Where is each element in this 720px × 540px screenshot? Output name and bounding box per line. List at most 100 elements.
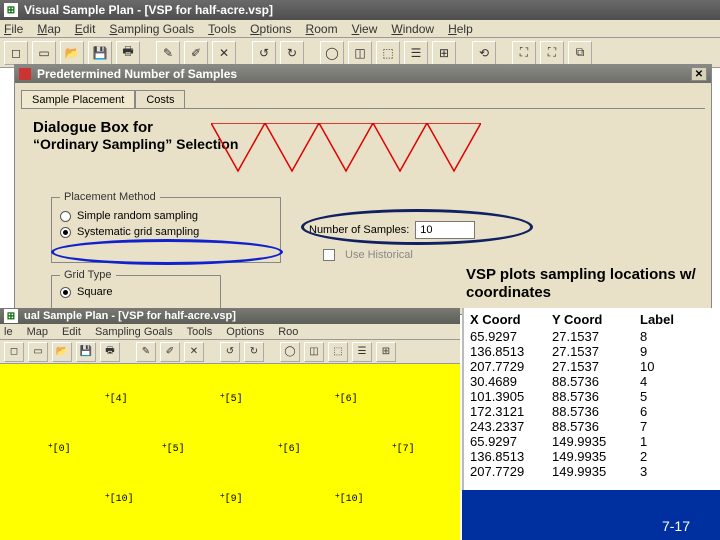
menu-tools[interactable]: Tools xyxy=(208,22,236,36)
slide-footer: 7-17 xyxy=(462,490,720,540)
sample-point: +[7] xyxy=(392,444,415,455)
table-header: X Coord Y Coord Label xyxy=(470,312,714,329)
menu-item[interactable]: le xyxy=(4,326,13,338)
radio-square[interactable]: Square xyxy=(60,286,212,298)
table-row: 136.8513149.99352 xyxy=(470,449,714,464)
coordinates-table: X Coord Y Coord Label 65.929727.15378136… xyxy=(462,308,720,490)
toolbar-button[interactable]: ◫ xyxy=(304,342,324,362)
mini-window: ⊞ ual Sample Plan - [VSP for half-acre.v… xyxy=(0,308,460,364)
toolbar-button[interactable]: ☰ xyxy=(404,41,428,65)
toolbar-button[interactable]: ⊞ xyxy=(432,41,456,65)
col-xcoord: X Coord xyxy=(470,312,552,327)
table-row: 65.929727.15378 xyxy=(470,329,714,344)
sample-point: +[0] xyxy=(48,444,71,455)
toolbar-button[interactable]: 🖶 xyxy=(100,342,120,362)
menu-view[interactable]: View xyxy=(352,22,378,36)
table-row: 207.7729149.99353 xyxy=(470,464,714,479)
annotation-ring-numsamples xyxy=(301,209,533,245)
toolbar-button[interactable]: ✕ xyxy=(212,41,236,65)
menu-options[interactable]: Options xyxy=(250,22,291,36)
menu-item[interactable]: Map xyxy=(27,326,48,338)
table-row: 65.9297149.99351 xyxy=(470,434,714,449)
app-titlebar: ⊞ Visual Sample Plan - [VSP for half-acr… xyxy=(0,0,720,20)
toolbar-button[interactable]: ◻ xyxy=(4,342,24,362)
toolbar-button[interactable]: ⟲ xyxy=(472,41,496,65)
menu-item[interactable]: Sampling Goals xyxy=(95,326,173,338)
toolbar-button[interactable]: 📂 xyxy=(52,342,72,362)
menu-map[interactable]: Map xyxy=(37,22,60,36)
table-row: 207.772927.153710 xyxy=(470,359,714,374)
toolbar-button[interactable]: 💾 xyxy=(88,41,112,65)
toolbar-button[interactable]: ▭ xyxy=(28,342,48,362)
menu-item[interactable]: Edit xyxy=(62,326,81,338)
menu-sampling-goals[interactable]: Sampling Goals xyxy=(109,22,194,36)
dialog-icon xyxy=(19,68,31,80)
toolbar-button[interactable]: 💾 xyxy=(76,342,96,362)
checkbox-label: Use Historical xyxy=(345,249,413,261)
app-icon: ⊞ xyxy=(4,3,18,17)
dialog-title: Predetermined Number of Samples xyxy=(37,67,237,81)
lower-panel: VSP plots sampling locations w/ coordina… xyxy=(0,308,720,540)
menu-file[interactable]: File xyxy=(4,22,23,36)
toolbar-button[interactable]: ◯ xyxy=(320,41,344,65)
toolbar-button[interactable]: ⬚ xyxy=(376,41,400,65)
sampling-map: +[4]+[5]+[6]+[0]+[5]+[6]+[7]+[10]+[9]+[1… xyxy=(0,364,460,540)
toolbar-button[interactable]: ↻ xyxy=(280,41,304,65)
toolbar-button[interactable]: 🖶 xyxy=(116,41,140,65)
radio-label: Square xyxy=(77,286,112,298)
toolbar-button[interactable]: ✕ xyxy=(184,342,204,362)
menu-help[interactable]: Help xyxy=(448,22,473,36)
table-row: 101.390588.57365 xyxy=(470,389,714,404)
col-label: Label xyxy=(640,312,680,327)
toolbar-button[interactable]: ⛶ xyxy=(512,41,536,65)
radio-icon xyxy=(60,287,71,298)
tab-costs[interactable]: Costs xyxy=(135,90,185,109)
dialog-titlebar: Predetermined Number of Samples ✕ xyxy=(15,65,711,83)
dialog-tabs: Sample PlacementCosts xyxy=(21,89,705,108)
table-row: 136.851327.15379 xyxy=(470,344,714,359)
page-number: 7-17 xyxy=(662,518,690,534)
annotation-coords: VSP plots sampling locations w/ coordina… xyxy=(466,266,720,302)
tab-sample-placement[interactable]: Sample Placement xyxy=(21,90,135,109)
radio-label: Systematic grid sampling xyxy=(77,226,199,238)
table-row: 243.233788.57367 xyxy=(470,419,714,434)
sample-point: +[6] xyxy=(335,394,358,405)
menubar: File Map Edit Sampling Goals Tools Options Roo… xyxy=(0,20,720,38)
table-row: 172.312188.57366 xyxy=(470,404,714,419)
triangle-grid-schematic xyxy=(211,123,481,173)
toolbar-button[interactable]: ☰ xyxy=(352,342,372,362)
menu-room[interactable]: Room xyxy=(306,22,338,36)
mini-titlebar: ⊞ ual Sample Plan - [VSP for half-acre.v… xyxy=(0,308,460,324)
toolbar-button[interactable]: ↺ xyxy=(252,41,276,65)
sample-point: +[6] xyxy=(278,444,301,455)
toolbar-button[interactable]: ▭ xyxy=(32,41,56,65)
toolbar-button[interactable]: ◯ xyxy=(280,342,300,362)
radio-simple-random[interactable]: Simple random sampling xyxy=(60,210,272,222)
menu-item[interactable]: Tools xyxy=(187,326,213,338)
close-icon[interactable]: ✕ xyxy=(691,67,707,81)
toolbar-button[interactable]: 📂 xyxy=(60,41,84,65)
mini-toolbar: ◻▭📂💾🖶 ✎✐✕ ↺↻ ◯◫⬚☰⊞ xyxy=(0,340,460,364)
radio-systematic-grid[interactable]: Systematic grid sampling xyxy=(60,226,272,238)
menu-edit[interactable]: Edit xyxy=(75,22,96,36)
toolbar-button[interactable]: ✐ xyxy=(160,342,180,362)
sample-point: +[5] xyxy=(220,394,243,405)
menu-window[interactable]: Window xyxy=(391,22,434,36)
sample-point: +[10] xyxy=(335,494,364,505)
toolbar-button[interactable]: ⊞ xyxy=(376,342,396,362)
app-icon: ⊞ xyxy=(4,309,18,323)
menu-item[interactable]: Roo xyxy=(278,326,298,338)
toolbar-button[interactable]: ⬚ xyxy=(328,342,348,362)
toolbar-button[interactable]: ✎ xyxy=(136,342,156,362)
toolbar-button[interactable]: ✐ xyxy=(184,41,208,65)
toolbar-button[interactable]: ↻ xyxy=(244,342,264,362)
toolbar-button[interactable]: ↺ xyxy=(220,342,240,362)
toolbar-button[interactable]: ◫ xyxy=(348,41,372,65)
menu-item[interactable]: Options xyxy=(226,326,264,338)
toolbar-button[interactable]: ◻ xyxy=(4,41,28,65)
toolbar-button[interactable]: ✎ xyxy=(156,41,180,65)
toolbar-button[interactable]: ⧉ xyxy=(568,41,592,65)
radio-icon xyxy=(60,227,71,238)
toolbar-button[interactable]: ⛶ xyxy=(540,41,564,65)
checkbox-use-historical[interactable]: Use Historical xyxy=(323,249,413,261)
